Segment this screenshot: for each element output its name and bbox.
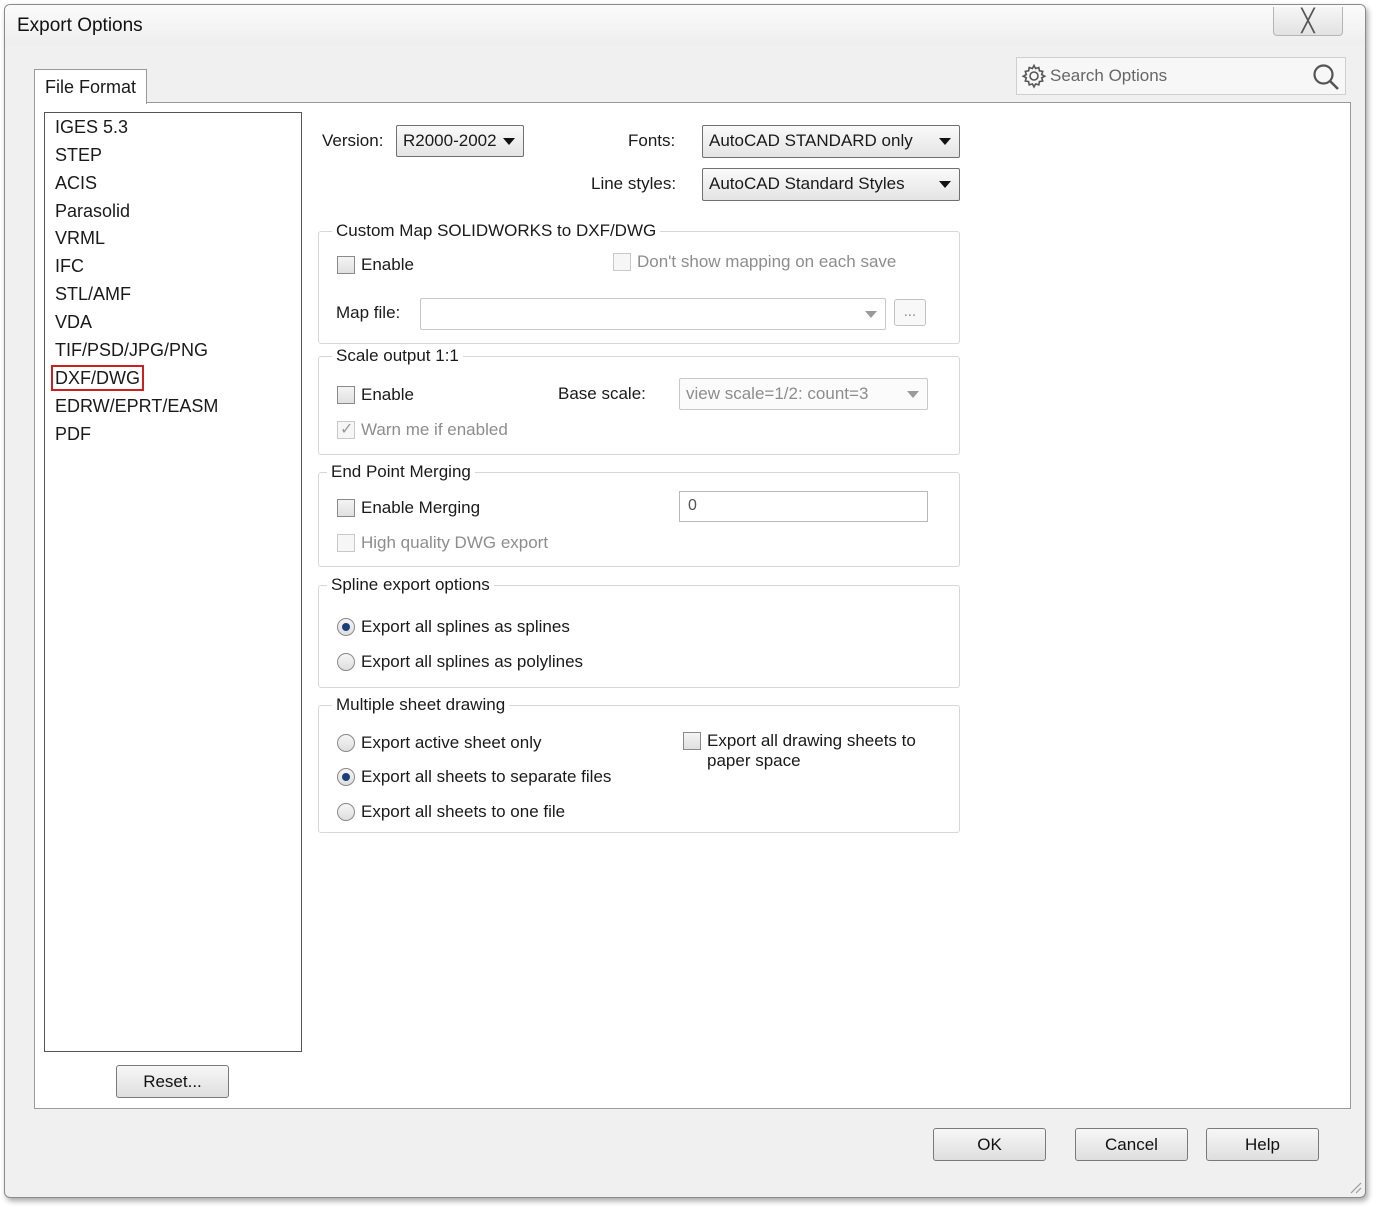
version-label: Version: <box>322 131 384 150</box>
search-options[interactable]: Search Options <box>1016 57 1346 95</box>
browse-button[interactable]: ... <box>894 299 926 326</box>
base-scale-value: view scale=1/2: count=3 <box>686 384 869 403</box>
list-item[interactable]: EDRW/EPRT/EASM <box>53 395 220 417</box>
warn-enabled-label[interactable]: Warn me if enabled <box>361 420 508 440</box>
custom-map-enable-label[interactable]: Enable <box>361 255 414 275</box>
chevron-down-icon <box>907 391 919 398</box>
separate-files-label[interactable]: Export all sheets to separate files <box>361 767 611 787</box>
tab-file-format[interactable]: File Format <box>34 69 147 104</box>
list-item-selected[interactable]: DXF/DWG <box>51 365 144 391</box>
paper-space-checkbox[interactable] <box>683 732 701 750</box>
end-point-merging-title: End Point Merging <box>327 462 475 482</box>
chevron-down-icon <box>939 181 951 188</box>
custom-map-enable-checkbox[interactable] <box>337 256 355 274</box>
resize-grip-icon[interactable] <box>1348 1180 1362 1194</box>
line-styles-value: AutoCAD Standard Styles <box>709 174 905 193</box>
version-dropdown[interactable]: R2000-2002 <box>396 125 524 157</box>
active-sheet-label[interactable]: Export active sheet only <box>361 733 541 753</box>
list-item[interactable]: TIF/PSD/JPG/PNG <box>53 339 210 361</box>
fonts-value: AutoCAD STANDARD only <box>709 131 913 150</box>
paper-space-label-line2[interactable]: paper space <box>707 751 801 771</box>
list-item[interactable]: STL/AMF <box>53 283 133 305</box>
check-icon: ✓ <box>340 419 354 438</box>
scale-enable-label[interactable]: Enable <box>361 385 414 405</box>
map-file-dropdown[interactable] <box>420 298 886 330</box>
chevron-down-icon <box>939 138 951 145</box>
fonts-dropdown[interactable]: AutoCAD STANDARD only <box>702 125 960 158</box>
format-list[interactable]: IGES 5.3 STEP ACIS Parasolid VRML IFC ST… <box>44 112 302 1052</box>
list-item[interactable]: VDA <box>53 311 94 333</box>
high-quality-dwg-checkbox[interactable] <box>337 534 355 552</box>
base-scale-dropdown[interactable]: view scale=1/2: count=3 <box>679 378 928 410</box>
list-item[interactable]: STEP <box>53 144 104 166</box>
one-file-radio[interactable] <box>337 803 355 821</box>
line-styles-label: Line styles: <box>591 174 677 193</box>
one-file-label[interactable]: Export all sheets to one file <box>361 802 565 822</box>
list-item[interactable]: IFC <box>53 255 86 277</box>
export-options-dialog: Export Options ╳ File Format Search Opti… <box>4 4 1366 1198</box>
paper-space-label-line1[interactable]: Export all drawing sheets to <box>707 731 916 751</box>
merging-tolerance-input[interactable]: 0 <box>679 491 928 522</box>
search-icon[interactable] <box>1311 62 1341 92</box>
list-item[interactable]: Parasolid <box>53 200 132 222</box>
splines-as-splines-radio[interactable] <box>337 618 355 636</box>
fonts-label: Fonts: <box>628 131 676 150</box>
close-icon: ╳ <box>1301 8 1315 34</box>
scale-enable-checkbox[interactable] <box>337 386 355 404</box>
gear-icon <box>1021 63 1047 89</box>
list-item[interactable]: VRML <box>53 227 107 249</box>
merging-tolerance-value: 0 <box>688 497 697 514</box>
close-button[interactable]: ╳ <box>1273 7 1343 36</box>
warn-enabled-checkbox[interactable]: ✓ <box>337 419 355 439</box>
ok-button[interactable]: OK <box>933 1128 1046 1161</box>
version-value: R2000-2002 <box>403 131 497 150</box>
list-item[interactable]: PDF <box>53 423 93 445</box>
chevron-down-icon <box>865 311 877 318</box>
spline-export-title: Spline export options <box>327 575 494 595</box>
dont-show-mapping-label[interactable]: Don't show mapping on each save <box>637 252 896 272</box>
reset-button[interactable]: Reset... <box>116 1065 229 1098</box>
high-quality-dwg-label[interactable]: High quality DWG export <box>361 533 548 553</box>
map-file-label: Map file: <box>336 303 401 322</box>
dialog-title: Export Options <box>17 15 143 36</box>
list-item[interactable]: IGES 5.3 <box>53 116 130 138</box>
cancel-button[interactable]: Cancel <box>1075 1128 1188 1161</box>
base-scale-label: Base scale: <box>558 384 646 403</box>
separate-files-radio[interactable] <box>337 768 355 786</box>
active-sheet-radio[interactable] <box>337 734 355 752</box>
enable-merging-checkbox[interactable] <box>337 499 355 517</box>
scale-output-title: Scale output 1:1 <box>332 346 463 366</box>
enable-merging-label[interactable]: Enable Merging <box>361 498 480 518</box>
custom-map-title: Custom Map SOLIDWORKS to DXF/DWG <box>332 221 661 241</box>
dont-show-mapping-checkbox[interactable] <box>613 253 631 271</box>
file-format-panel: IGES 5.3 STEP ACIS Parasolid VRML IFC ST… <box>34 102 1351 1109</box>
line-styles-dropdown[interactable]: AutoCAD Standard Styles <box>702 168 960 201</box>
list-item[interactable]: ACIS <box>53 172 99 194</box>
help-button[interactable]: Help <box>1206 1128 1319 1161</box>
search-label: Search Options <box>1050 66 1168 85</box>
title-bar: Export Options ╳ <box>5 5 1365 45</box>
multiple-sheet-title: Multiple sheet drawing <box>332 695 510 715</box>
splines-as-polylines-label[interactable]: Export all splines as polylines <box>361 652 583 672</box>
splines-as-splines-label[interactable]: Export all splines as splines <box>361 617 570 637</box>
splines-as-polylines-radio[interactable] <box>337 653 355 671</box>
chevron-down-icon <box>503 138 515 145</box>
